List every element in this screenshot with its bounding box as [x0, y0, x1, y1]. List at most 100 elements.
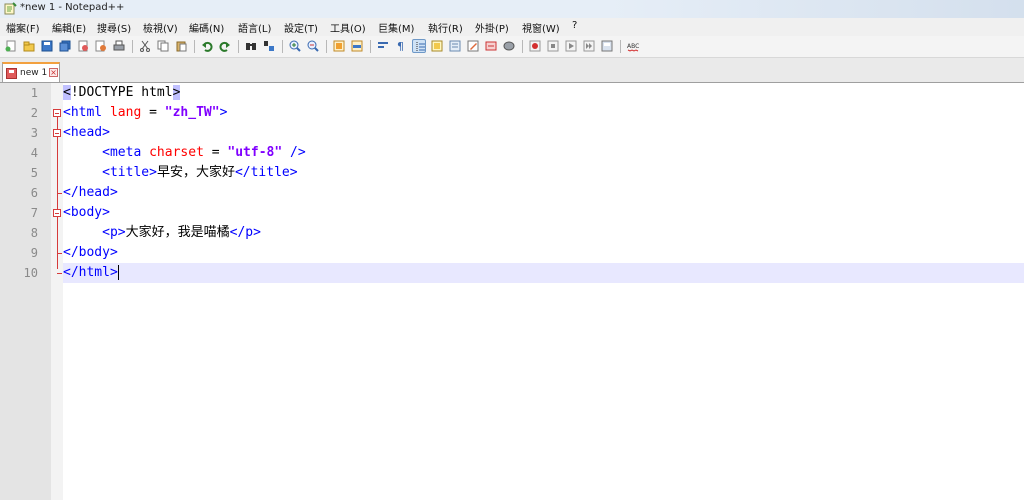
line-number: 5 — [30, 166, 38, 180]
line-number: 8 — [30, 226, 38, 240]
menu-encoding[interactable]: 編碼(N) — [189, 20, 224, 35]
code-line[interactable]: </html> — [63, 263, 1024, 283]
undo-icon[interactable] — [200, 39, 214, 53]
code-line[interactable]: </head> — [63, 183, 1024, 203]
sync-vertical-icon[interactable] — [332, 39, 346, 53]
notepad-plus-plus-icon — [4, 2, 17, 15]
tab-label: new 1 — [20, 68, 48, 78]
menu-edit[interactable]: 編輯(E) — [52, 20, 86, 35]
window-title: *new 1 - Notepad++ — [20, 2, 125, 13]
record-macro-icon[interactable] — [528, 39, 542, 53]
menu-search[interactable]: 搜尋(S) — [97, 20, 131, 35]
fold-toggle-html[interactable] — [53, 109, 61, 117]
indent-guide-icon[interactable] — [412, 39, 426, 53]
code-token: </title> — [234, 165, 298, 180]
code-token: "zh_TW" — [164, 105, 220, 120]
code-token: 大家好，我是喵橘 — [125, 225, 230, 240]
spellcheck-icon[interactable]: ABC — [626, 39, 640, 53]
monitoring-icon[interactable] — [484, 39, 498, 53]
stop-macro-icon[interactable] — [546, 39, 560, 53]
code-token: </p> — [229, 225, 261, 240]
save-all-icon[interactable] — [58, 39, 72, 53]
line-number: 2 — [30, 106, 38, 120]
menu-plugins[interactable]: 外掛(P) — [475, 20, 509, 35]
play-macro-icon[interactable] — [564, 39, 578, 53]
menu-window[interactable]: 視窗(W) — [522, 20, 560, 35]
code-token: <body> — [63, 205, 110, 220]
fold-end-head — [57, 193, 62, 194]
function-list-icon[interactable] — [430, 39, 444, 53]
save-icon[interactable] — [40, 39, 54, 53]
zoom-in-icon[interactable] — [288, 39, 302, 53]
toolbar-separator — [326, 40, 327, 53]
code-line[interactable]: </body> — [63, 243, 1024, 263]
menu-bar: 檔案(F) 編輯(E) 搜尋(S) 檢視(V) 編碼(N) 語言(L) 設定(T… — [0, 18, 1024, 37]
text-caret — [117, 265, 119, 280]
toolbar-separator — [620, 40, 621, 53]
close-all-icon[interactable] — [94, 39, 108, 53]
print-icon[interactable] — [112, 39, 126, 53]
toolbar: ¶ ABC — [0, 36, 1024, 58]
tab-close-button[interactable]: × — [49, 68, 58, 77]
toolbar-separator — [238, 40, 239, 53]
editor[interactable]: 1 2 3 4 5 6 7 8 9 10 <!DOCTYPE html> <htm… — [0, 83, 1024, 500]
code-token: > — [172, 85, 181, 100]
toolbar-separator — [282, 40, 283, 53]
redo-icon[interactable] — [218, 39, 232, 53]
menu-settings[interactable]: 設定(T) — [284, 20, 318, 35]
paste-icon[interactable] — [174, 39, 188, 53]
play-multiple-icon[interactable] — [582, 39, 596, 53]
replace-icon[interactable] — [262, 39, 276, 53]
code-line[interactable]: <!DOCTYPE html> — [63, 83, 1024, 103]
show-all-chars-icon[interactable]: ¶ — [394, 39, 408, 53]
menu-view[interactable]: 檢視(V) — [143, 20, 178, 35]
line-number: 3 — [30, 126, 38, 140]
fold-toggle-head[interactable] — [53, 129, 61, 137]
code-token: > — [219, 105, 228, 120]
tab-new-1[interactable]: new 1 × — [2, 62, 60, 82]
svg-text:¶: ¶ — [397, 40, 404, 52]
code-token: charset — [149, 145, 204, 160]
code-token: <head> — [63, 125, 110, 140]
code-line[interactable]: <title>早安，大家好</title> — [63, 163, 1024, 183]
tab-bar: new 1 × — [0, 58, 1024, 83]
find-icon[interactable] — [244, 39, 258, 53]
menu-language[interactable]: 語言(L) — [238, 20, 271, 35]
code-token: "utf-8" — [227, 145, 283, 160]
save-macro-icon[interactable] — [600, 39, 614, 53]
code-line[interactable]: <meta charset = "utf-8" /> — [63, 143, 1024, 163]
line-number: 4 — [30, 146, 38, 160]
fold-toggle-body[interactable] — [53, 209, 61, 217]
clipboard-history-icon[interactable] — [502, 39, 516, 53]
doc-map-icon[interactable] — [448, 39, 462, 53]
toolbar-separator — [132, 40, 133, 53]
title-bar-background — [604, 0, 1024, 18]
code-token: = — [141, 105, 165, 120]
code-token: </body> — [63, 245, 118, 260]
menu-tools[interactable]: 工具(O) — [330, 20, 366, 35]
menu-run[interactable]: 執行(R) — [428, 20, 463, 35]
menu-macro[interactable]: 巨集(M) — [378, 20, 414, 35]
code-line[interactable]: <p>大家好，我是喵橘</p> — [63, 223, 1024, 243]
folder-workspace-icon[interactable] — [466, 39, 480, 53]
code-line[interactable]: <body> — [63, 203, 1024, 223]
menu-file[interactable]: 檔案(F) — [6, 20, 40, 35]
copy-icon[interactable] — [156, 39, 170, 53]
zoom-out-icon[interactable] — [306, 39, 320, 53]
open-file-icon[interactable] — [22, 39, 36, 53]
svg-text:ABC: ABC — [627, 43, 639, 50]
sync-horizontal-icon[interactable] — [350, 39, 364, 53]
word-wrap-icon[interactable] — [376, 39, 390, 53]
code-line[interactable]: <head> — [63, 123, 1024, 143]
title-bar: *new 1 - Notepad++ — [0, 0, 1024, 19]
code-token: <meta — [102, 145, 150, 160]
code-line[interactable]: <html lang = "zh_TW"> — [63, 103, 1024, 123]
menu-help[interactable]: ? — [572, 20, 577, 31]
cut-icon[interactable] — [138, 39, 152, 53]
line-number: 6 — [30, 186, 38, 200]
new-file-icon[interactable] — [4, 39, 18, 53]
fold-end-html — [57, 273, 62, 274]
close-icon[interactable] — [76, 39, 90, 53]
